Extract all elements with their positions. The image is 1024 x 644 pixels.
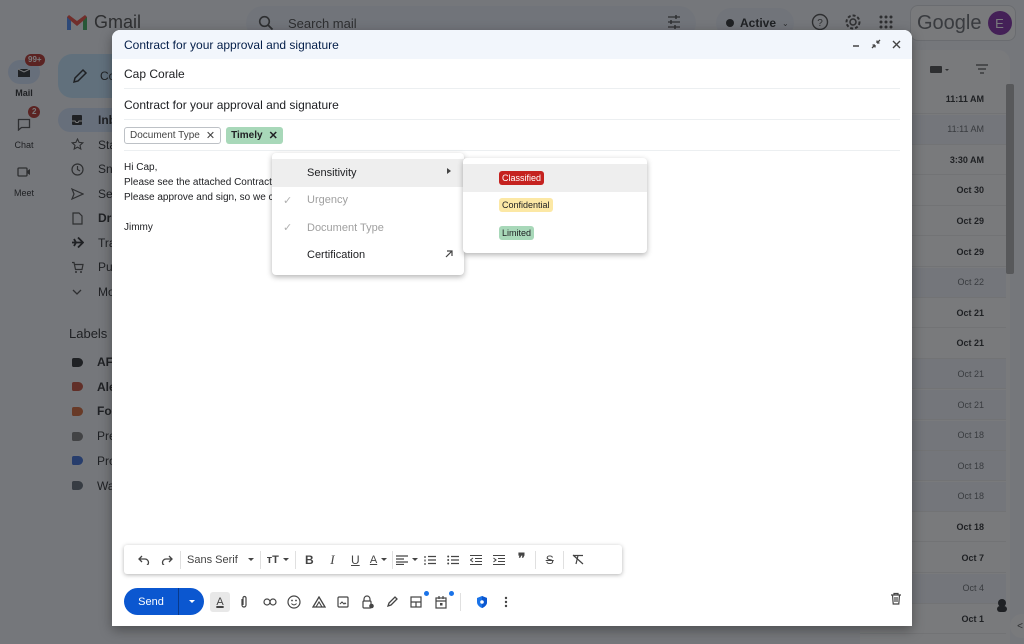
menu-item-urgency[interactable]: ✓ Urgency [272,187,464,215]
remove-chip-icon[interactable]: ✕ [269,129,278,142]
subject-field[interactable]: Contract for your approval and signature [124,90,900,120]
checkmark-icon: ✓ [283,194,293,207]
submenu-arrow-icon [447,168,451,174]
signature-pen-icon[interactable] [382,592,402,612]
submenu-item-classified[interactable]: Classified [463,164,647,192]
compose-title: Contract for your approval and signature [124,37,339,52]
label-category-menu: Sensitivity ✓ Urgency ✓ Document Type Ce… [272,153,464,275]
chip-document-type[interactable]: Document Type ✕ [124,127,222,144]
label-badge: Limited [499,225,535,240]
insert-link-icon[interactable] [260,592,280,612]
label-badge: Confidential [499,198,553,213]
send-button-group: Send [124,588,204,615]
exit-fullscreen-icon[interactable] [870,38,882,50]
text-color-icon[interactable]: A [367,550,390,570]
insert-photo-icon[interactable] [333,592,353,612]
undo-icon[interactable] [132,550,155,570]
body-line: Please see the attached Contract. [124,177,275,188]
menu-item-document-type[interactable]: ✓ Document Type [272,214,464,242]
font-size-icon[interactable]: тT [263,550,293,570]
submenu-item-limited[interactable]: Limited [463,219,647,247]
compose-header: Contract for your approval and signature [112,30,912,59]
bold-icon[interactable]: B [298,550,321,570]
emoji-icon[interactable] [284,592,304,612]
confidential-mode-icon[interactable] [358,592,378,612]
body-line: Hi Cap, [124,162,158,173]
menu-item-certification[interactable]: Certification [272,242,464,270]
checkmark-icon: ✓ [283,222,293,234]
close-icon[interactable] [890,38,902,50]
discard-draft-trash-icon[interactable] [890,592,902,610]
divider [294,550,296,569]
divider [259,550,261,569]
layouts-icon[interactable] [406,591,429,612]
numbered-list-icon[interactable] [418,550,441,570]
menu-item-label: Urgency [307,194,348,207]
indent-less-icon[interactable] [464,550,487,570]
font-family-select[interactable]: Sans Serif [183,550,258,570]
divider [392,550,394,569]
subject-text[interactable]: Contract for your approval and signature [124,98,339,112]
message-body[interactable]: Hi Cap, Please see the attached Contract… [124,160,275,235]
submenu-item-confidential[interactable]: Confidential [463,192,647,220]
sensitivity-submenu: Classified Confidential Limited [463,158,647,253]
formatting-toolbar: Sans Serif тT B I U A ❞ S [124,545,622,574]
menu-item-label: Certification [307,249,366,262]
quote-icon[interactable]: ❞ [510,550,533,570]
to-field[interactable]: Cap Corale [124,59,900,89]
menu-item-label: Sensitivity [307,166,357,179]
align-icon[interactable] [395,550,418,570]
menu-item-sensitivity[interactable]: Sensitivity [272,159,464,187]
new-feature-dot [424,591,429,596]
security-shield-icon[interactable] [472,592,492,612]
chip-timely[interactable]: Timely ✕ [226,127,283,144]
attach-file-icon[interactable] [234,592,254,612]
remove-formatting-icon[interactable] [566,550,589,570]
remove-chip-icon[interactable]: ✕ [206,129,215,142]
divider [460,593,461,611]
divider [535,550,537,569]
chip-label: Document Type [130,130,200,141]
menu-item-label: Document Type [307,221,384,234]
italic-icon[interactable]: I [321,550,344,570]
label-badge: Classified [499,170,545,185]
bulleted-list-icon[interactable] [441,550,464,570]
chip-label: Timely [231,130,263,141]
body-line: Jimmy [124,222,153,233]
schedule-send-dropdown[interactable] [179,588,204,615]
divider [180,550,181,569]
label-chips-row: Document Type ✕ Timely ✕ [124,121,900,151]
formatting-options-icon[interactable]: A [210,592,230,612]
body-line [124,205,275,220]
google-drive-icon[interactable] [309,592,329,612]
send-button[interactable]: Send [124,588,179,615]
schedule-event-icon[interactable] [431,591,454,612]
more-options-icon[interactable] [496,592,516,612]
compose-dialog: Contract for your approval and signature… [112,30,912,626]
underline-icon[interactable]: U [344,550,367,570]
recipient[interactable]: Cap Corale [124,67,185,81]
open-external-arrow-icon [444,249,454,262]
divider [563,550,565,569]
redo-icon[interactable] [155,550,178,570]
indent-more-icon[interactable] [487,550,510,570]
font-name: Sans Serif [187,553,238,566]
body-line: Please approve and sign, so we c [124,192,274,203]
new-feature-dot [449,591,454,596]
minimize-icon[interactable] [850,38,862,50]
strikethrough-icon[interactable]: S [538,550,561,570]
